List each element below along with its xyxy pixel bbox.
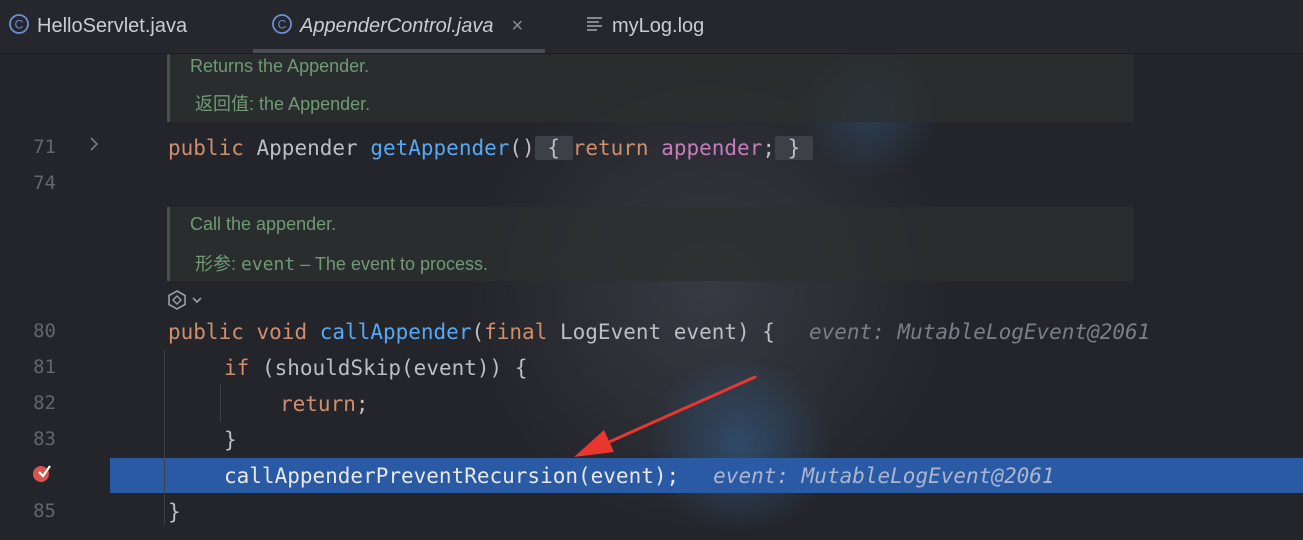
keyword: void xyxy=(256,320,308,344)
semicolon: ; xyxy=(762,136,775,160)
paren: ( xyxy=(471,320,485,344)
brace: } xyxy=(787,136,801,160)
brace: { xyxy=(547,136,561,160)
doc-value: the Appender. xyxy=(259,94,371,114)
parens: () xyxy=(509,136,535,160)
indent-guide xyxy=(220,384,221,422)
close-tab-icon[interactable]: × xyxy=(511,15,523,38)
tab-mylog[interactable]: myLog.log xyxy=(585,0,704,53)
keyword: public xyxy=(168,136,244,160)
doc-label: 形参: xyxy=(195,254,237,274)
line-number[interactable]: 80 xyxy=(0,320,56,342)
tab-appendercontrol[interactable]: C AppenderControl.java × xyxy=(252,0,546,53)
line-number[interactable]: 83 xyxy=(0,428,56,450)
doc-param: 形参: event – The event to process. xyxy=(195,250,488,276)
javadoc-block: Call the appender. 形参: event – The event… xyxy=(167,207,1134,281)
background-shape xyxy=(640,360,840,530)
folded-region[interactable]: { xyxy=(534,136,573,160)
doc-label: 返回值: xyxy=(195,94,255,114)
keyword: final xyxy=(484,320,548,344)
code-line-83[interactable]: } xyxy=(224,427,237,453)
method-name: callAppender xyxy=(319,320,472,344)
editor-tab-bar: C HelloServlet.java C AppenderControl.ja… xyxy=(0,0,1303,54)
line-number[interactable]: 82 xyxy=(0,392,56,414)
tab-helloservlet[interactable]: C HelloServlet.java xyxy=(8,0,187,53)
javadoc-block: Returns the Appender. 返回值: the Appender. xyxy=(167,54,1134,122)
breakpoint-check-icon[interactable] xyxy=(31,462,53,484)
inlay-actions[interactable] xyxy=(166,289,203,311)
doc-return: 返回值: the Appender. xyxy=(195,90,370,116)
keyword: return xyxy=(572,136,649,160)
ai-assistant-icon xyxy=(168,290,186,310)
method-name: getAppender xyxy=(370,136,510,160)
line-number[interactable]: 74 xyxy=(0,172,56,194)
debug-inline-value: event: MutableLogEvent@2061 xyxy=(808,320,1151,344)
field-name: appender xyxy=(661,136,763,160)
class-c-icon: C xyxy=(271,13,293,41)
class-c-icon: C xyxy=(8,13,30,41)
keyword: if xyxy=(224,356,250,380)
line-number[interactable]: 71 xyxy=(0,136,56,158)
tab-label: AppenderControl.java xyxy=(300,15,494,37)
code-line-84[interactable]: callAppenderPreventRecursion(event); even… xyxy=(224,463,1055,489)
code-line-82[interactable]: return; xyxy=(280,391,369,417)
debug-inline-value: event: MutableLogEvent@2061 xyxy=(713,464,1055,488)
code-text: callAppenderPreventRecursion(event); xyxy=(224,464,680,488)
tab-label: HelloServlet.java xyxy=(37,15,188,37)
svg-text:C: C xyxy=(278,17,287,31)
chevron-down-icon xyxy=(192,297,202,304)
code-line-71[interactable]: public Appender getAppender() { return a… xyxy=(168,135,813,161)
indent-guide xyxy=(164,350,165,525)
fold-chevron-right-icon[interactable] xyxy=(88,136,100,157)
code-line-85[interactable]: } xyxy=(168,499,181,525)
code-text: (shouldSkip(event)) { xyxy=(261,356,528,380)
tab-label: myLog.log xyxy=(612,15,705,37)
doc-value: – The event to process. xyxy=(300,254,489,274)
code-line-81[interactable]: if (shouldSkip(event)) { xyxy=(224,355,527,381)
line-number[interactable]: 85 xyxy=(0,500,56,522)
code-line-80[interactable]: public void callAppender(final LogEvent … xyxy=(168,319,1150,345)
keyword: return xyxy=(280,392,356,416)
text-file-icon xyxy=(585,14,605,40)
editor-gutter xyxy=(0,54,110,538)
doc-text: Call the appender. xyxy=(190,214,337,234)
doc-text: Returns the Appender. xyxy=(190,56,370,76)
doc-param-name: event xyxy=(241,254,296,275)
line-number[interactable]: 81 xyxy=(0,356,56,378)
code-text: ; xyxy=(355,392,369,416)
svg-text:C: C xyxy=(15,17,24,31)
code-text: LogEvent event) { xyxy=(560,320,775,344)
keyword: public xyxy=(168,320,244,344)
folded-region[interactable]: } xyxy=(775,136,813,160)
type-name: Appender xyxy=(256,136,358,160)
